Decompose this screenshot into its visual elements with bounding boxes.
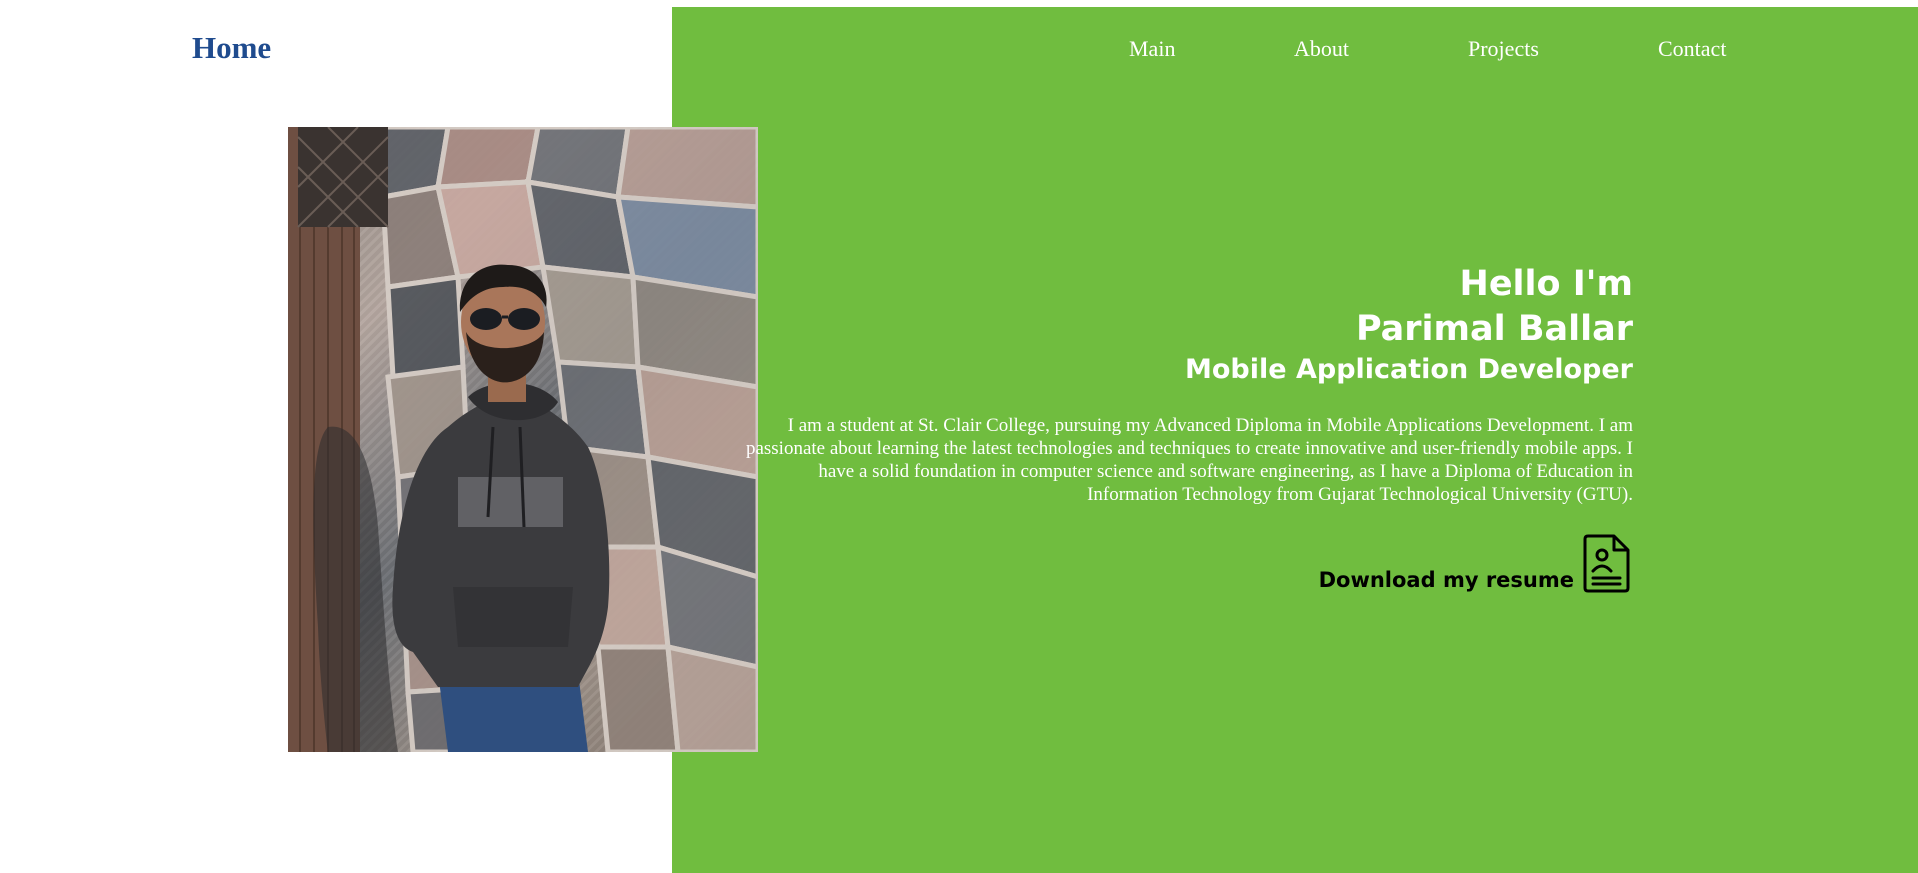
download-resume-label: Download my resume: [1318, 568, 1574, 592]
profile-photo: [288, 127, 758, 752]
nav-link-about[interactable]: About: [1294, 36, 1349, 62]
nav-link-contact[interactable]: Contact: [1658, 36, 1726, 62]
nav-link-main[interactable]: Main: [1129, 36, 1175, 62]
resume-document-icon: [1583, 534, 1630, 593]
hero-name: Parimal Ballar: [1355, 309, 1633, 349]
nav-link-projects[interactable]: Projects: [1468, 36, 1539, 62]
main-nav: Main About Projects Contact: [0, 36, 1918, 66]
hero-title: Mobile Application Developer: [1185, 354, 1633, 385]
hero-greeting: Hello I'm: [1459, 264, 1633, 304]
profile-photo-illustration: [288, 127, 758, 752]
hero-intro: Hello I'm Parimal Ballar Mobile Applicat…: [733, 262, 1633, 506]
hero-bio: I am a student at St. Clair College, pur…: [745, 415, 1633, 505]
download-resume-button[interactable]: Download my resume: [1319, 533, 1632, 593]
